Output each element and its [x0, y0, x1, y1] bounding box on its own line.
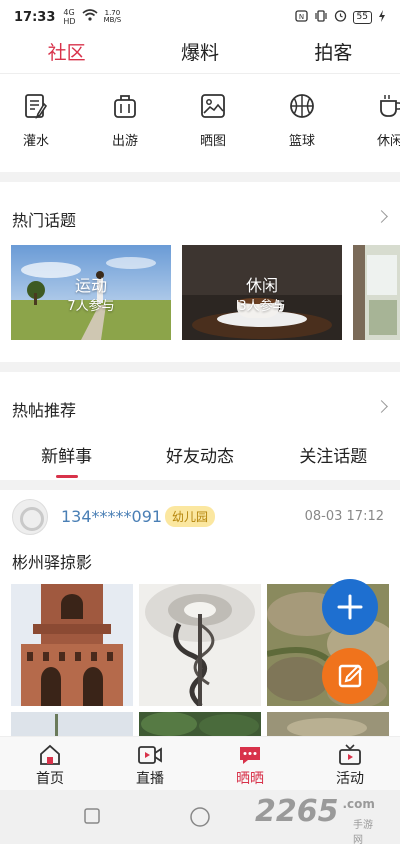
photo-partial: [139, 712, 261, 736]
post-photo[interactable]: [11, 584, 133, 706]
hot-posts-title: 热帖推荐: [12, 401, 77, 420]
topic-image: [353, 245, 400, 340]
compose-button[interactable]: [322, 648, 378, 704]
topic-card-partial[interactable]: [353, 245, 400, 340]
svg-text:N: N: [298, 13, 303, 21]
tv-icon: [339, 744, 361, 765]
live-video-icon: [138, 746, 162, 764]
category-item-photos[interactable]: 晒图: [183, 84, 243, 149]
section-divider: [0, 480, 400, 490]
category-label: 晒图: [199, 134, 226, 149]
category-label: 出游: [111, 134, 138, 149]
square-icon: [84, 808, 100, 824]
category-row: 灌水 出游 晒图 篮球 休闲: [0, 84, 400, 166]
post-time: 08-03 17:12: [304, 509, 384, 524]
basketball-icon: [290, 94, 314, 118]
network-speed: 1.70 MB/S: [103, 9, 122, 24]
category-label: 休闲: [376, 134, 400, 149]
nav-share[interactable]: 晒晒: [200, 737, 300, 790]
photo-partial: [11, 712, 133, 736]
tab-fresh[interactable]: 新鲜事: [0, 440, 133, 480]
topic-participants: 3人参与: [238, 299, 286, 314]
section-divider: [0, 172, 400, 182]
topic-participants: 7人参与: [67, 299, 115, 314]
home-icon: [40, 744, 60, 765]
post-filter-tabs: 新鲜事 好友动态 关注话题: [0, 440, 400, 480]
recent-apps-button[interactable]: [84, 808, 100, 828]
topic-name: 运动: [74, 276, 107, 295]
chevron-right-icon[interactable]: [375, 400, 388, 413]
network-indicator: 4G HD: [63, 8, 76, 26]
post-photo[interactable]: [139, 712, 261, 736]
topic-card-leisure[interactable]: 休闲 3人参与: [182, 245, 342, 340]
chevron-right-icon[interactable]: [375, 210, 388, 223]
wifi-icon: [82, 9, 98, 25]
post-username[interactable]: 134*****091: [61, 507, 162, 526]
home-button[interactable]: [190, 807, 210, 831]
chat-bubble-icon: [240, 747, 260, 764]
cup-icon: [380, 95, 400, 117]
nav-live[interactable]: 直播: [100, 737, 200, 790]
topic-name: 休闲: [245, 276, 278, 295]
post-photo[interactable]: [11, 712, 133, 736]
plus-icon: [337, 594, 363, 620]
add-post-button[interactable]: [322, 579, 378, 635]
top-tab-bar: 社区 爆料 拍客: [0, 34, 400, 74]
photo-spiral-stairs: [139, 584, 261, 706]
post-photo[interactable]: [139, 584, 261, 706]
note-edit-icon: [25, 94, 48, 119]
nfc-icon: N: [294, 9, 308, 25]
post-photo[interactable]: [267, 712, 389, 736]
topic-card-sports[interactable]: 运动 7人参与: [11, 245, 171, 340]
circle-icon: [190, 807, 210, 827]
nav-label: 首页: [36, 771, 64, 787]
nav-label: 活动: [336, 771, 364, 787]
section-divider: [0, 362, 400, 372]
nav-label: 直播: [136, 771, 164, 787]
photo-tower: [11, 584, 133, 706]
status-right: N 55: [294, 9, 386, 25]
avatar[interactable]: [12, 499, 48, 535]
category-label: 篮球: [288, 134, 315, 149]
hot-topics-title: 热门话题: [12, 211, 77, 230]
post-tag[interactable]: 幼儿园: [165, 506, 216, 527]
category-item-basketball[interactable]: 篮球: [272, 84, 332, 149]
category-label: 灌水: [22, 134, 49, 149]
nav-label: 晒晒: [236, 771, 264, 787]
image-icon: [201, 94, 225, 118]
category-item-travel[interactable]: 出游: [95, 84, 155, 149]
charging-icon: [378, 9, 386, 25]
clock: 17:33: [14, 9, 56, 25]
battery-indicator: 55: [352, 10, 372, 24]
tab-followed-topics[interactable]: 关注话题: [267, 440, 400, 480]
category-item-water[interactable]: 灌水: [6, 84, 66, 149]
alarm-icon: [334, 9, 347, 25]
tab-reporter[interactable]: 拍客: [267, 34, 400, 73]
tab-community[interactable]: 社区: [0, 34, 133, 73]
edit-icon: [338, 664, 363, 688]
nav-events[interactable]: 活动: [300, 737, 400, 790]
tab-friends[interactable]: 好友动态: [133, 440, 266, 480]
nav-home[interactable]: 首页: [0, 737, 100, 790]
photo-partial: [267, 712, 389, 736]
watermark: 2265 .com 手游网: [255, 794, 375, 844]
status-bar: 17:33 4G HD 1.70 MB/S N 55: [0, 0, 400, 34]
suitcase-icon: [114, 95, 136, 118]
post-title[interactable]: 彬州驿掠影: [12, 549, 92, 573]
tab-news-tips[interactable]: 爆料: [133, 34, 266, 73]
bottom-nav: 首页 直播 晒晒 活动: [0, 736, 400, 790]
category-item-leisure[interactable]: 休闲: [360, 84, 400, 149]
vibrate-icon: [314, 9, 328, 25]
